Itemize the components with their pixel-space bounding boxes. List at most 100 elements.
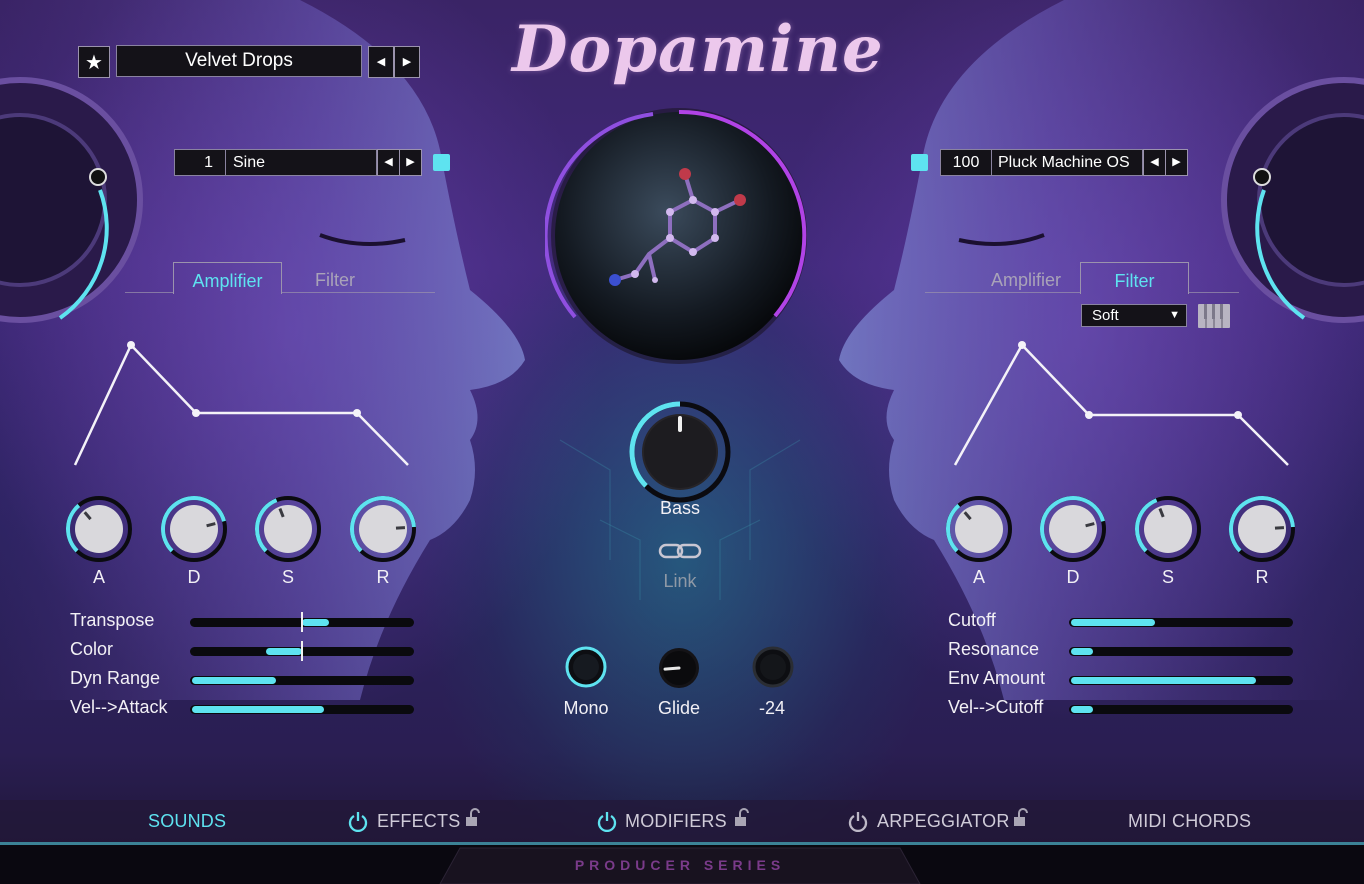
mono-toggle[interactable] bbox=[564, 645, 608, 689]
left-param-fill-3 bbox=[192, 706, 324, 713]
left-osc-prev-button[interactable]: ◀ bbox=[377, 149, 400, 176]
right-param-slider-0[interactable] bbox=[1069, 618, 1293, 627]
right-envelope-graph[interactable] bbox=[950, 335, 1295, 470]
right-osc-number-value: 100 bbox=[952, 153, 980, 171]
glide-label: Glide bbox=[657, 698, 701, 718]
left-osc-next-button[interactable]: ▶ bbox=[399, 149, 422, 176]
modifiers-power-icon[interactable] bbox=[596, 810, 618, 832]
left-param-label-0: Transpose bbox=[70, 610, 155, 630]
right-param-slider-2[interactable] bbox=[1069, 676, 1293, 685]
left-knob-r[interactable] bbox=[347, 493, 419, 565]
piano-keys-icon[interactable] bbox=[1198, 304, 1230, 328]
triangle-right-icon: ▶ bbox=[406, 156, 415, 168]
left-param-slider-3[interactable] bbox=[190, 705, 414, 714]
right-osc-enable-toggle[interactable] bbox=[911, 154, 928, 171]
right-osc-prev-button[interactable]: ◀ bbox=[1143, 149, 1166, 176]
right-tab-filter[interactable]: Filter bbox=[1080, 262, 1189, 294]
left-param-center-mark-1 bbox=[301, 641, 303, 661]
right-knob-label-a: A bbox=[972, 567, 985, 587]
effects-power-icon[interactable] bbox=[347, 810, 369, 832]
left-knob-label-r: R bbox=[376, 567, 390, 587]
favorite-button[interactable]: ★ bbox=[78, 46, 110, 78]
modifiers-lock-icon[interactable] bbox=[733, 808, 751, 828]
right-knob-a[interactable] bbox=[943, 493, 1015, 565]
right-param-fill-0 bbox=[1071, 619, 1155, 626]
left-param-slider-0[interactable] bbox=[190, 612, 414, 632]
plugin-window: Dopamine ★ Velvet Drops ◀ ▶ 1 Sine ◀ ▶ 1… bbox=[0, 0, 1364, 884]
chain-link-icon[interactable] bbox=[658, 542, 702, 560]
right-knob-r[interactable] bbox=[1226, 493, 1298, 565]
right-knob-label-d: D bbox=[1066, 567, 1080, 587]
preset-name-field[interactable]: Velvet Drops bbox=[116, 45, 362, 77]
left-knob-d[interactable] bbox=[158, 493, 230, 565]
triangle-right-icon: ▶ bbox=[1172, 156, 1181, 168]
right-knob-d[interactable] bbox=[1037, 493, 1109, 565]
left-knob-label-a: A bbox=[92, 567, 105, 587]
preset-name: Velvet Drops bbox=[185, 50, 293, 71]
mono-label: Mono bbox=[563, 698, 609, 718]
right-param-fill-3 bbox=[1071, 706, 1093, 713]
logo-text: Dopamine bbox=[512, 12, 884, 87]
preset-prev-button[interactable]: ◀ bbox=[368, 46, 394, 78]
left-param-center-mark-0 bbox=[301, 612, 303, 632]
right-param-label-1: Resonance bbox=[948, 639, 1040, 659]
nav-sounds[interactable]: SOUNDS bbox=[148, 811, 226, 832]
star-icon: ★ bbox=[85, 51, 103, 74]
right-osc-name-value: Pluck Machine OS bbox=[998, 153, 1130, 171]
left-envelope-graph[interactable] bbox=[70, 335, 415, 470]
left-osc-number-value: 1 bbox=[204, 153, 213, 171]
bass-knob[interactable] bbox=[628, 400, 732, 504]
footer-brand: PRODUCER SERIES bbox=[574, 857, 786, 873]
right-osc-next-button[interactable]: ▶ bbox=[1165, 149, 1188, 176]
arpeggiator-lock-icon[interactable] bbox=[1012, 808, 1030, 828]
left-param-fill-2 bbox=[192, 677, 276, 684]
right-knob-label-r: R bbox=[1255, 567, 1269, 587]
left-tab-filter[interactable]: Filter bbox=[300, 270, 370, 291]
link-label[interactable]: Link bbox=[640, 571, 720, 592]
nav-midi-chords[interactable]: MIDI CHORDS bbox=[1128, 811, 1251, 832]
filter-type-value: Soft bbox=[1092, 307, 1119, 324]
left-knob-s[interactable] bbox=[252, 493, 324, 565]
preset-next-button[interactable]: ▶ bbox=[394, 46, 420, 78]
right-param-slider-3[interactable] bbox=[1069, 705, 1293, 714]
nav-modifiers[interactable]: MODIFIERS bbox=[625, 811, 727, 832]
right-knob-label-s: S bbox=[1161, 567, 1174, 587]
app-logo: Dopamine bbox=[512, 12, 883, 108]
left-param-label-1: Color bbox=[70, 639, 114, 659]
left-param-slider-2[interactable] bbox=[190, 676, 414, 685]
left-volume-handle[interactable] bbox=[89, 168, 107, 186]
right-knob-s[interactable] bbox=[1132, 493, 1204, 565]
left-osc-enable-toggle[interactable] bbox=[433, 154, 450, 171]
left-param-label-3: Vel-->Attack bbox=[70, 697, 168, 717]
effects-lock-icon[interactable] bbox=[464, 808, 482, 828]
right-tab-amplifier[interactable]: Amplifier bbox=[982, 270, 1070, 291]
glide-knob[interactable] bbox=[657, 646, 701, 690]
left-knob-a[interactable] bbox=[63, 493, 135, 565]
right-osc-number[interactable]: 100 bbox=[940, 149, 992, 176]
bass-label: Bass bbox=[659, 498, 701, 518]
right-param-fill-2 bbox=[1071, 677, 1256, 684]
left-param-fill-1 bbox=[266, 648, 302, 655]
right-param-fill-1 bbox=[1071, 648, 1093, 655]
left-param-fill-0 bbox=[302, 619, 329, 626]
left-osc-number[interactable]: 1 bbox=[174, 149, 226, 176]
right-osc-name[interactable]: Pluck Machine OS bbox=[991, 149, 1143, 176]
right-param-slider-1[interactable] bbox=[1069, 647, 1293, 656]
left-tab-amplifier[interactable]: Amplifier bbox=[173, 262, 282, 294]
left-param-slider-1[interactable] bbox=[190, 641, 414, 661]
right-param-label-2: Env Amount bbox=[948, 668, 1046, 688]
right-volume-handle[interactable] bbox=[1253, 168, 1271, 186]
triangle-left-icon: ◀ bbox=[1150, 156, 1159, 168]
left-knob-label-s: S bbox=[281, 567, 294, 587]
left-osc-name[interactable]: Sine bbox=[225, 149, 377, 176]
pitch-range-toggle[interactable] bbox=[751, 645, 795, 689]
pitch-range-label: -24 bbox=[758, 698, 785, 718]
left-osc-name-value: Sine bbox=[233, 153, 266, 171]
filter-type-select[interactable]: Soft ▼ bbox=[1081, 304, 1187, 327]
triangle-left-icon: ◀ bbox=[376, 55, 386, 68]
nav-effects[interactable]: EFFECTS bbox=[377, 811, 460, 832]
right-param-label-0: Cutoff bbox=[948, 610, 996, 630]
arpeggiator-power-icon[interactable] bbox=[847, 810, 869, 832]
nav-arpeggiator[interactable]: ARPEGGIATOR bbox=[877, 811, 1010, 832]
left-param-label-2: Dyn Range bbox=[70, 668, 161, 688]
